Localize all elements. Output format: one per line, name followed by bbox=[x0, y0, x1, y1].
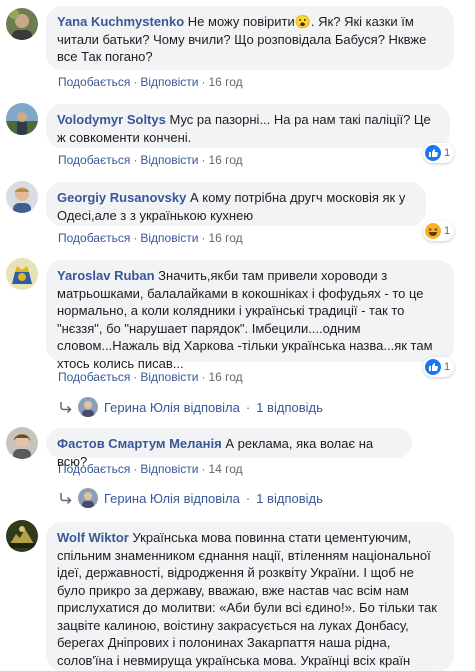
replies-count: 1 відповідь bbox=[256, 490, 323, 506]
comment-bubble: Volodymyr Soltys Мус ра пазорні... На ра… bbox=[46, 104, 450, 148]
like-button[interactable]: Подобається bbox=[58, 231, 130, 245]
avatar[interactable] bbox=[6, 181, 38, 213]
reaction-count[interactable]: 1 bbox=[423, 143, 455, 163]
timestamp[interactable]: 16 год bbox=[208, 153, 242, 167]
reply-arrow-icon bbox=[60, 493, 72, 505]
comment-author[interactable]: Wolf Wiktor bbox=[57, 530, 129, 545]
comment-actions: Подобається · Відповісти · 16 год bbox=[58, 75, 243, 89]
replier-verb: відповіла bbox=[183, 490, 240, 506]
replier-name: Герина Юлія bbox=[104, 490, 180, 506]
timestamp[interactable]: 16 год bbox=[208, 370, 242, 384]
comment-author[interactable]: Yaroslav Ruban bbox=[57, 268, 155, 283]
comment-bubble: Фастов Смартум Меланія А реклама, яка во… bbox=[46, 428, 412, 469]
like-button[interactable]: Подобається bbox=[58, 370, 130, 384]
comment-actions: Подобається · Відповісти · 16 год bbox=[58, 370, 243, 384]
reply-button[interactable]: Відповісти bbox=[140, 370, 198, 384]
reaction-count[interactable]: 1 bbox=[423, 357, 455, 377]
reaction-count[interactable]: 1 bbox=[423, 221, 455, 241]
comment-text: Значить,якби там привели хороводи з матр… bbox=[57, 268, 433, 371]
comment-author[interactable]: Фастов Смартум Меланія bbox=[57, 436, 222, 451]
avatar bbox=[78, 488, 98, 508]
haha-icon bbox=[425, 223, 441, 239]
avatar[interactable] bbox=[6, 8, 38, 40]
avatar[interactable] bbox=[6, 520, 38, 552]
comment-actions: Подобається · Відповісти · 16 год bbox=[58, 153, 243, 167]
timestamp[interactable]: 16 год bbox=[208, 231, 242, 245]
comment-actions: Подобається · Відповісти · 16 год bbox=[58, 231, 243, 245]
replies-count: 1 відповідь bbox=[256, 399, 323, 415]
avatar[interactable] bbox=[6, 427, 38, 459]
reply-button[interactable]: Відповісти bbox=[140, 153, 198, 167]
reply-button[interactable]: Відповісти bbox=[140, 75, 198, 89]
timestamp[interactable]: 14 год bbox=[208, 462, 242, 476]
comment-bubble: Georgiy Rusanovsky А кому потрібна другч… bbox=[46, 182, 426, 226]
like-button[interactable]: Подобається bbox=[58, 462, 130, 476]
like-icon bbox=[425, 145, 441, 161]
view-replies-link[interactable]: Герина Юлія відповіла · 1 відповідь bbox=[58, 397, 323, 417]
comment-bubble: Yaroslav Ruban Значить,якби там привели … bbox=[46, 260, 454, 371]
comment-author[interactable]: Georgiy Rusanovsky bbox=[57, 190, 186, 205]
like-button[interactable]: Подобається bbox=[58, 153, 130, 167]
avatar[interactable] bbox=[6, 258, 38, 290]
comment-author[interactable]: Volodymyr Soltys bbox=[57, 112, 166, 127]
reply-arrow-icon bbox=[60, 402, 72, 414]
reply-button[interactable]: Відповісти bbox=[140, 462, 198, 476]
comment-text: Українська мова повинна стати цементуючи… bbox=[57, 530, 437, 671]
reply-button[interactable]: Відповісти bbox=[140, 231, 198, 245]
like-button[interactable]: Подобається bbox=[58, 75, 130, 89]
timestamp[interactable]: 16 год bbox=[208, 75, 242, 89]
replier-verb: відповіла bbox=[183, 399, 240, 415]
avatar bbox=[78, 397, 98, 417]
comment-bubble: Wolf Wiktor Українська мова повинна стат… bbox=[46, 522, 454, 671]
comment-actions: Подобається · Відповісти · 14 год bbox=[58, 462, 243, 476]
like-icon bbox=[425, 359, 441, 375]
comment-author[interactable]: Yana Kuchmystenko bbox=[57, 14, 184, 29]
view-replies-link[interactable]: Герина Юлія відповіла · 1 відповідь bbox=[58, 488, 323, 508]
replier-name: Герина Юлія bbox=[104, 399, 180, 415]
comment-bubble: Yana Kuchmystenko Не можу повірити😮. Як?… bbox=[46, 6, 454, 70]
avatar[interactable] bbox=[6, 103, 38, 135]
